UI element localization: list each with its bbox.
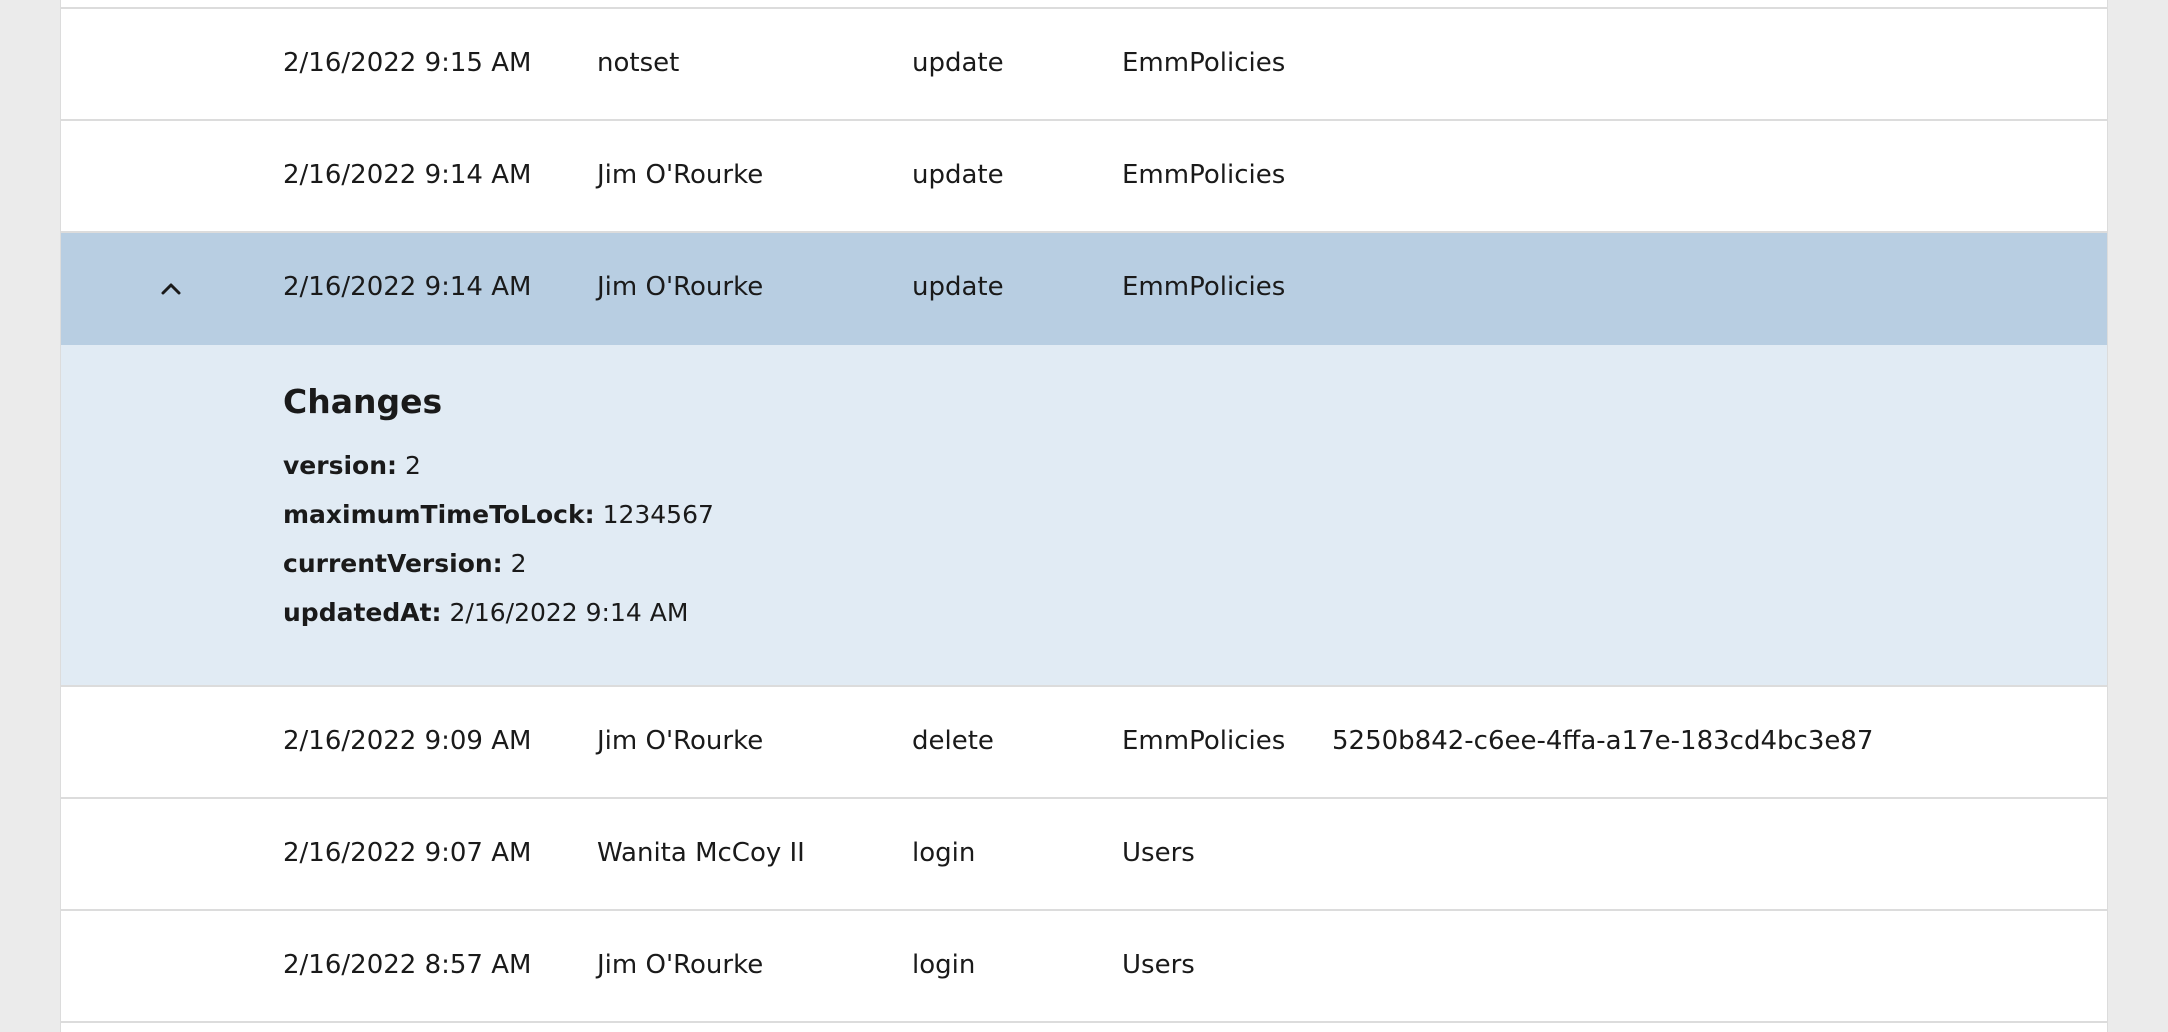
row-date: 2/16/2022 9:14 AM [283, 160, 532, 190]
changes-heading: Changes [283, 382, 443, 421]
row-date: 2/16/2022 9:14 AM [283, 272, 532, 302]
row-user: Jim O'Rourke [597, 726, 764, 756]
row-action: update [912, 48, 1004, 78]
table-row[interactable]: 2/16/2022 9:14 AM Jim O'Rourke update Em… [61, 121, 2107, 233]
row-action: update [912, 160, 1004, 190]
row-type: EmmPolicies [1122, 160, 1286, 190]
change-value: 2 [404, 451, 421, 480]
row-user: notset [597, 48, 680, 78]
row-action: login [912, 838, 976, 868]
chevron-up-icon [161, 283, 181, 295]
row-user: Jim O'Rourke [597, 272, 764, 302]
change-item: maximumTimeToLock: 1234567 [283, 502, 714, 528]
row-type: EmmPolicies [1122, 726, 1286, 756]
change-value: 2/16/2022 9:14 AM [449, 598, 689, 627]
change-key: version: [283, 451, 398, 480]
change-item: updatedAt: 2/16/2022 9:14 AM [283, 600, 688, 626]
row-type: EmmPolicies [1122, 48, 1286, 78]
row-date: 2/16/2022 8:57 AM [283, 950, 532, 980]
change-key: currentVersion: [283, 549, 503, 578]
row-user: Jim O'Rourke [597, 160, 764, 190]
row-user: Jim O'Rourke [597, 950, 764, 980]
table-row[interactable]: 2/16/2022 9:09 AM Jim O'Rourke delete Em… [61, 687, 2107, 799]
row-user: Wanita McCoy II [597, 838, 805, 868]
change-value: 2 [510, 549, 527, 578]
change-value: 1234567 [602, 500, 714, 529]
row-type: Users [1122, 950, 1195, 980]
audit-log-table: 2/16/2022 9:15 AM notset update EmmPolic… [60, 0, 2108, 1032]
table-top-divider [61, 0, 2107, 9]
row-details-panel: Changes version: 2 maximumTimeToLock: 12… [61, 345, 2107, 687]
row-date: 2/16/2022 9:07 AM [283, 838, 532, 868]
change-item: version: 2 [283, 453, 421, 479]
row-date: 2/16/2022 9:09 AM [283, 726, 532, 756]
row-id: 5250b842-c6ee-4ffa-a17e-183cd4bc3e87 [1332, 726, 1874, 756]
table-row[interactable]: 2/16/2022 8:57 AM Jim O'Rourke login Use… [61, 911, 2107, 1023]
row-type: Users [1122, 838, 1195, 868]
row-date: 2/16/2022 9:15 AM [283, 48, 532, 78]
row-action: update [912, 272, 1004, 302]
change-item: currentVersion: 2 [283, 551, 527, 577]
change-key: updatedAt: [283, 598, 442, 627]
collapse-row-button[interactable] [151, 269, 191, 309]
row-action: delete [912, 726, 994, 756]
row-type: EmmPolicies [1122, 272, 1286, 302]
row-action: login [912, 950, 976, 980]
table-row[interactable]: 2/16/2022 9:15 AM notset update EmmPolic… [61, 9, 2107, 121]
table-row-selected[interactable]: 2/16/2022 9:14 AM Jim O'Rourke update Em… [61, 233, 2107, 345]
table-row[interactable]: 2/16/2022 9:07 AM Wanita McCoy II login … [61, 799, 2107, 911]
change-key: maximumTimeToLock: [283, 500, 595, 529]
